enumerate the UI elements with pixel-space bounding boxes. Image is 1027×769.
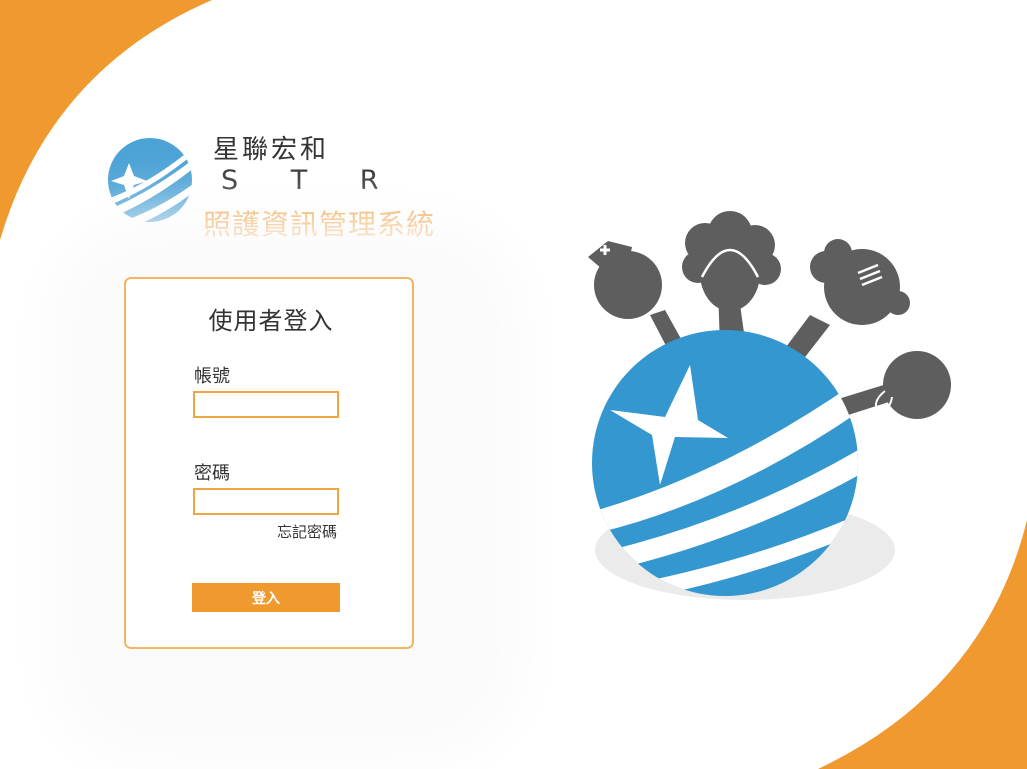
login-card: 使用者登入 帳號 密碼 忘記密碼 登入 bbox=[124, 277, 414, 649]
company-abbreviation: S T R bbox=[221, 165, 401, 196]
forgot-password-link[interactable]: 忘記密碼 bbox=[277, 521, 337, 542]
caregivers-on-globe-icon bbox=[588, 211, 951, 600]
password-label: 密碼 bbox=[194, 463, 230, 484]
brand-header: 星聯宏和 S T R 照護資訊管理系統 bbox=[105, 125, 465, 241]
login-title: 使用者登入 bbox=[208, 307, 334, 335]
account-input[interactable] bbox=[193, 391, 339, 418]
password-input[interactable] bbox=[193, 488, 339, 515]
account-label: 帳號 bbox=[194, 366, 230, 387]
login-button[interactable]: 登入 bbox=[192, 583, 340, 612]
star-globe-logo-icon bbox=[108, 138, 192, 222]
system-name: 照護資訊管理系統 bbox=[203, 208, 436, 241]
company-name: 星聯宏和 bbox=[213, 135, 330, 165]
